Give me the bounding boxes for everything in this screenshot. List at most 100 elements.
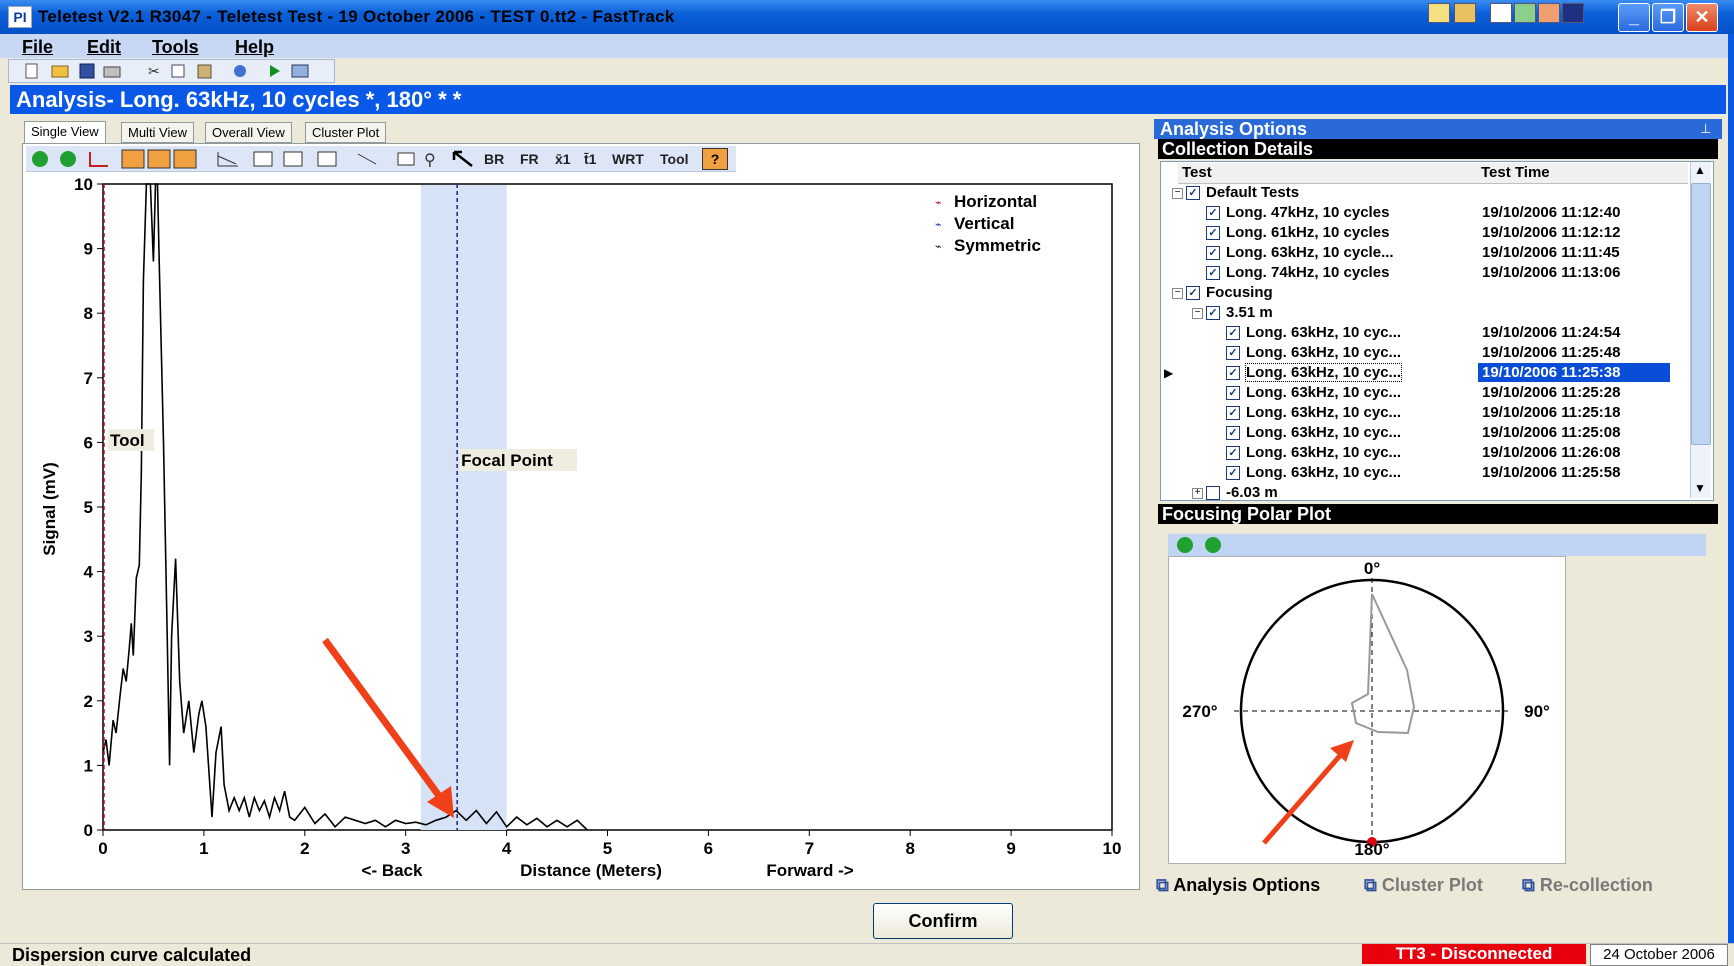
- tree-row[interactable]: + -6.03 m: [1160, 483, 1690, 503]
- cursor2-icon: [147, 149, 171, 169]
- analysis-options-header: Analysis Options: [1154, 119, 1722, 139]
- tree-row[interactable]: ✓ Long. 63kHz, 10 cyc... 19/10/2006 11:25:…: [1160, 363, 1690, 383]
- tray-icon-1[interactable]: [1428, 3, 1450, 23]
- collapse-icon[interactable]: −: [1172, 188, 1183, 199]
- tree-row[interactable]: − ✓ Default Tests: [1160, 183, 1690, 203]
- tab-overall-view[interactable]: Overall View: [205, 122, 292, 143]
- minimize-icon[interactable]: _: [1618, 3, 1650, 32]
- row-checkbox[interactable]: ✓: [1186, 186, 1200, 200]
- menu-edit[interactable]: Edit: [87, 37, 121, 58]
- row-time: 19/10/2006 11:25:18: [1482, 404, 1621, 421]
- word-icon[interactable]: [1490, 3, 1512, 23]
- row-checkbox[interactable]: ✓: [1186, 286, 1200, 300]
- zoom-in-icon: [253, 151, 273, 167]
- tree-row[interactable]: ✓ Long. 63kHz, 10 cyc... 19/10/2006 11:25:…: [1160, 343, 1690, 363]
- powerpoint-icon[interactable]: [1538, 3, 1560, 23]
- fr-button[interactable]: FR: [520, 150, 539, 168]
- chart-toolbar-icons: ⚲: [32, 149, 473, 169]
- tree-row[interactable]: ✓ Long. 63kHz, 10 cyc... 19/10/2006 11:25:…: [1160, 423, 1690, 443]
- row-label: -6.03 m: [1226, 484, 1278, 501]
- column-test-time[interactable]: Test Time: [1481, 164, 1550, 181]
- row-checkbox[interactable]: ✓: [1206, 246, 1220, 260]
- menu-help[interactable]: Help: [235, 37, 274, 58]
- row-checkbox[interactable]: ✓: [1226, 406, 1240, 420]
- polar-annotation-arrow: [1262, 749, 1346, 845]
- row-time: 19/10/2006 11:25:38: [1478, 363, 1670, 382]
- window-title: Teletest V2.1 R3047 - Teletest Test - 19…: [38, 7, 675, 26]
- x-axis-label: Distance (Meters): [520, 861, 662, 880]
- tree-row[interactable]: ✓ Long. 63kHz, 10 cycle... 19/10/2006 11:1…: [1160, 243, 1690, 263]
- tree-row[interactable]: ✓ Long. 63kHz, 10 cyc... 19/10/2006 11:26:…: [1160, 443, 1690, 463]
- tree-row[interactable]: ✓ Long. 63kHz, 10 cyc... 19/10/2006 11:25:…: [1160, 463, 1690, 483]
- x-axis-forward-label: Forward ->: [766, 861, 853, 880]
- x1-button[interactable]: x̄1: [555, 150, 571, 168]
- row-label: Long. 74kHz, 10 cycles: [1226, 264, 1390, 281]
- br-button[interactable]: BR: [484, 150, 504, 168]
- monitor-icon[interactable]: [1562, 3, 1584, 23]
- row-checkbox[interactable]: ✓: [1226, 446, 1240, 460]
- menu-tools[interactable]: Tools: [152, 37, 199, 58]
- y-tick-label: 2: [84, 692, 93, 711]
- focal-gate-region: [420, 185, 507, 830]
- t1-button[interactable]: t̄1: [584, 150, 596, 168]
- row-checkbox[interactable]: ✓: [1206, 266, 1220, 280]
- tree-row[interactable]: ✓ Long. 63kHz, 10 cyc... 19/10/2006 11:24:…: [1160, 323, 1690, 343]
- polar-plot[interactable]: 0° 90° 180° 270°: [1168, 556, 1564, 862]
- tool-button[interactable]: Tool: [660, 150, 689, 168]
- tab-analysis-options[interactable]: ⧉ Analysis Options: [1156, 875, 1320, 896]
- status-message: Dispersion curve calculated: [12, 945, 252, 965]
- x-axis-back-label: <- Back: [362, 861, 423, 880]
- excel-icon[interactable]: [1514, 3, 1536, 23]
- row-checkbox[interactable]: ✓: [1226, 346, 1240, 360]
- tree-row[interactable]: ✓ Long. 74kHz, 10 cycles 19/10/2006 11:13:…: [1160, 263, 1690, 283]
- maximize-icon[interactable]: ❐: [1652, 3, 1684, 32]
- status-date: 24 October 2006: [1590, 944, 1728, 966]
- expand-icon[interactable]: +: [1192, 488, 1203, 499]
- row-checkbox[interactable]: ✓: [1206, 206, 1220, 220]
- close-icon[interactable]: ✕: [1686, 3, 1718, 32]
- tab-re-collection[interactable]: ⧉ Re-collection: [1522, 875, 1653, 896]
- menu-file[interactable]: File: [22, 37, 53, 58]
- probe-icon: ⚲: [424, 152, 436, 169]
- tab-multi-view[interactable]: Multi View: [121, 122, 195, 143]
- scrollbar-thumb[interactable]: [1691, 183, 1711, 445]
- row-checkbox[interactable]: ✓: [1206, 306, 1220, 320]
- polar-forward-icon: [1205, 537, 1221, 553]
- y-tick-label: 1: [84, 756, 93, 775]
- tree-row[interactable]: ✓ Long. 63kHz, 10 cyc... 19/10/2006 11:25:…: [1160, 383, 1690, 403]
- row-checkbox[interactable]: ✓: [1226, 386, 1240, 400]
- tree-row[interactable]: − ✓ Focusing: [1160, 283, 1690, 303]
- row-checkbox[interactable]: ✓: [1226, 366, 1240, 380]
- collapse-icon[interactable]: −: [1192, 308, 1203, 319]
- tab-single-view[interactable]: Single View: [24, 121, 106, 144]
- polar-label-90: 90°: [1524, 702, 1550, 721]
- row-checkbox[interactable]: ✓: [1226, 466, 1240, 480]
- confirm-button[interactable]: Confirm: [873, 903, 1013, 939]
- tree-header: [1178, 163, 1688, 184]
- tree-row[interactable]: ✓ Long. 47kHz, 10 cycles 19/10/2006 11:12:…: [1160, 203, 1690, 223]
- pin-icon[interactable]: ⊥: [1700, 121, 1711, 137]
- tab-cluster-plot[interactable]: Cluster Plot: [305, 122, 387, 143]
- help-cursor-icon[interactable]: ?: [702, 148, 728, 170]
- tab-cluster-plot-bottom[interactable]: ⧉ Cluster Plot: [1364, 875, 1483, 896]
- row-label: Focusing: [1206, 284, 1273, 301]
- back-icon: [32, 151, 48, 167]
- tree-row[interactable]: ✓ Long. 63kHz, 10 cyc... 19/10/2006 11:25:…: [1160, 403, 1690, 423]
- tray-icon-2[interactable]: [1454, 3, 1476, 23]
- scroll-up-icon[interactable]: ▲: [1694, 163, 1706, 177]
- axes-icon: [89, 152, 108, 167]
- collapse-icon[interactable]: −: [1172, 288, 1183, 299]
- row-checkbox[interactable]: [1206, 486, 1220, 500]
- tree-row[interactable]: ✓ Long. 61kHz, 10 cycles 19/10/2006 11:12:…: [1160, 223, 1690, 243]
- save-icon: [79, 63, 95, 79]
- add-icon: [317, 151, 337, 167]
- signal-chart[interactable]: 0 1 2 3 4 5 6 7 8 9 10 0 1 2 3 4 5 6 7 8 9 10 Tool Focal Point…: [22, 172, 1138, 888]
- row-checkbox[interactable]: ✓: [1226, 326, 1240, 340]
- wrt-button[interactable]: WRT: [612, 150, 644, 168]
- dac-icon: [217, 152, 238, 167]
- row-checkbox[interactable]: ✓: [1206, 226, 1220, 240]
- row-checkbox[interactable]: ✓: [1226, 426, 1240, 440]
- tree-row[interactable]: − ✓ 3.51 m: [1160, 303, 1690, 323]
- scroll-down-icon[interactable]: ▼: [1694, 481, 1706, 495]
- column-test[interactable]: Test: [1182, 164, 1212, 181]
